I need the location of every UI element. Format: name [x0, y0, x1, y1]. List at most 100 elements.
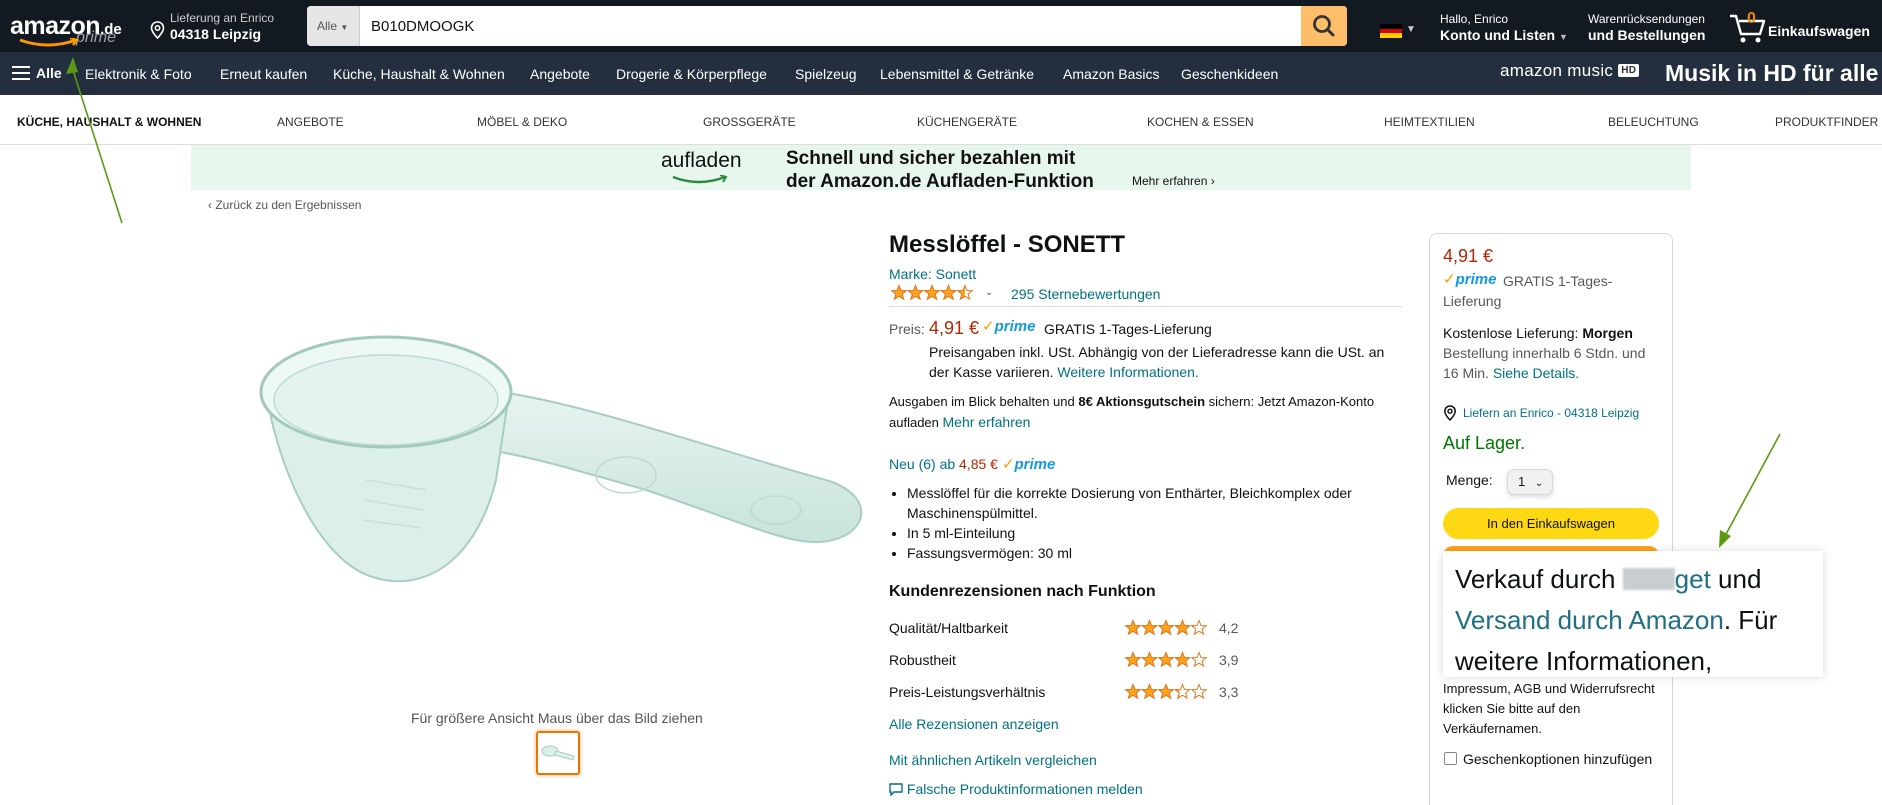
feature-value: 3,3: [1219, 684, 1239, 700]
prime-check-icon: ✓: [1001, 456, 1015, 473]
star-icon: [1157, 683, 1175, 700]
report-link[interactable]: Falsche Produktinformationen melden: [889, 781, 1143, 797]
cart-label: Einkaufswagen: [1768, 23, 1870, 39]
search-icon: [1313, 15, 1335, 37]
search-input[interactable]: [367, 6, 1277, 46]
cart-button[interactable]: 0 Einkaufswagen: [1728, 8, 1878, 46]
location-text: Liefern an Enrico - 04318 Leipzig: [1463, 406, 1640, 420]
report-label: Falsche Produktinformationen melden: [906, 781, 1143, 797]
category-subnav: Küche, Haushalt & Wohnen Angebote Möbel …: [0, 95, 1882, 145]
chevron-down-icon: ▼: [340, 23, 349, 32]
search-button[interactable]: [1301, 6, 1347, 46]
all-reviews-link[interactable]: Alle Rezensionen anzeigen: [889, 716, 1059, 732]
buybox-location-link[interactable]: Liefern an Enrico - 04318 Leipzig: [1443, 405, 1640, 421]
brand-link[interactable]: Marke: Sonett: [889, 266, 976, 282]
buy-box: 4,91 € ✓prime GRATIS 1-Tages-Lieferung K…: [1429, 233, 1673, 805]
nav-item-amazon-basics[interactable]: Amazon Basics: [1063, 66, 1159, 82]
star-icon: [923, 284, 941, 301]
add-to-cart-button[interactable]: In den Einkaufswagen: [1443, 508, 1659, 539]
quantity-value: 1: [1518, 474, 1526, 489]
gift-option[interactable]: Geschenkoptionen hinzufügen: [1443, 749, 1663, 769]
amazon-logo[interactable]: amazon.de prime: [10, 12, 130, 48]
prime-badge: ✓prime: [1002, 456, 1055, 473]
rating-count-link[interactable]: 295 Sternebewertungen: [1011, 286, 1160, 302]
product-details: Messlöffel - SONETT Marke: Sonett ⌄ 295 …: [889, 230, 1404, 797]
delivery-day: Morgen: [1582, 325, 1633, 341]
aufladen-banner[interactable]: aufladen Schnell und sicher bezahlen mit…: [191, 145, 1691, 193]
reviews-heading: Kundenrezensionen nach Funktion: [889, 583, 1156, 600]
nav-item-spielzeug[interactable]: Spielzeug: [795, 66, 857, 82]
redacted-seller: [1622, 568, 1675, 590]
zoom-line2-post: . Für: [1723, 605, 1778, 635]
star-icon: [939, 284, 958, 301]
top-nav: amazon.de prime Lieferung an Enrico 0431…: [0, 0, 1882, 52]
subnav-item-produktfinder[interactable]: Produktfinder: [1775, 115, 1878, 129]
quantity-select[interactable]: 1 ⌄: [1507, 469, 1553, 495]
music-promo[interactable]: Musik in HD für alle: [1665, 60, 1878, 87]
subnav-item-moebel[interactable]: Möbel & Deko: [477, 115, 567, 129]
star-icon: [956, 284, 974, 301]
prime-check-icon: ✓: [982, 318, 995, 335]
banner-brand: aufladen: [661, 149, 742, 172]
divider: [889, 306, 1402, 307]
chevron-down-icon: ▼: [1406, 24, 1416, 35]
promo-link[interactable]: Mehr erfahren: [943, 414, 1031, 430]
chat-bubble-icon: [889, 783, 903, 797]
subnav-item-heimtextilien[interactable]: Heimtextilien: [1384, 115, 1475, 129]
star-icon: [1157, 651, 1175, 668]
chevron-down-icon: ⌄: [1534, 478, 1544, 489]
star-icon: [1173, 651, 1192, 668]
seller-legal-text: Impressum, AGB und Widerrufsrecht klicke…: [1443, 681, 1655, 736]
zoom-seller-link[interactable]: get: [1675, 564, 1711, 594]
subnav-item-angebote[interactable]: Angebote: [277, 115, 344, 129]
all-menu-button[interactable]: Alle: [12, 65, 62, 81]
star-icon: [1125, 683, 1142, 700]
thumbnail[interactable]: [536, 731, 580, 775]
account-label: Konto und Listen: [1440, 27, 1556, 43]
thumbnail-image: [541, 745, 575, 761]
subnav-item-kueche[interactable]: Küche, Haushalt & Wohnen: [17, 115, 201, 129]
compare-link[interactable]: Mit ähnlichen Artikeln vergleichen: [889, 752, 1097, 768]
nav-item-drogerie[interactable]: Drogerie & Körperpflege: [616, 66, 767, 82]
nav-item-angebote[interactable]: Angebote: [530, 66, 590, 82]
subnav-item-kochen[interactable]: Kochen & Essen: [1147, 115, 1254, 129]
star-icon: [1190, 683, 1208, 700]
delivery-details-link[interactable]: Siehe Details.: [1493, 365, 1579, 381]
account-menu[interactable]: Hallo, Enrico Konto und Listen ▼: [1440, 11, 1568, 45]
banner-more-link[interactable]: Mehr erfahren ›: [1132, 174, 1215, 188]
star-icon: [1125, 619, 1142, 636]
quantity-label: Menge:: [1446, 472, 1493, 488]
delivery-location[interactable]: Lieferung an Enrico 04318 Leipzig: [150, 10, 274, 42]
star-icon: [1190, 619, 1208, 636]
feature-name: Robustheit: [889, 652, 956, 668]
back-to-results-link[interactable]: ‹ Zurück zu den Ergebnissen: [208, 198, 361, 212]
nav-item-erneut-kaufen[interactable]: Erneut kaufen: [220, 66, 307, 82]
product-image[interactable]: [246, 330, 866, 610]
zoom-fulfilled-link[interactable]: Versand durch Amazon: [1455, 605, 1724, 635]
subnav-item-grossgeraete[interactable]: Großgeräte: [703, 115, 796, 129]
nav-item-elektronik[interactable]: Elektronik & Foto: [85, 66, 192, 82]
price: 4,91 €: [929, 318, 980, 338]
product-title: Messlöffel - SONETT: [889, 231, 1126, 258]
banner-text: Schnell und sicher bezahlen mit der Amaz…: [786, 147, 1094, 193]
feature-name: Preis-Leistungsverhältnis: [889, 684, 1046, 700]
nav-item-geschenkideen[interactable]: Geschenkideen: [1181, 66, 1278, 82]
buybox-delivery: Kostenlose Lieferung: Morgen Bestellung i…: [1443, 323, 1663, 383]
product-rating[interactable]: ⌄: [891, 284, 993, 301]
subnav-item-kuechengeraete[interactable]: Küchengeräte: [917, 115, 1017, 129]
nav-item-lebensmittel[interactable]: Lebensmittel & Getränke: [880, 66, 1034, 82]
zoom-line3: weitere Informationen,: [1455, 646, 1713, 676]
orders-link[interactable]: Warenrücksendungen und Bestellungen: [1588, 11, 1705, 43]
search-category-select[interactable]: Alle ▼: [307, 6, 360, 46]
gift-checkbox[interactable]: [1444, 752, 1457, 765]
tax-info-link[interactable]: Weitere Informationen.: [1057, 364, 1198, 380]
new-offers-link[interactable]: Neu (6) ab 4,85 € ✓prime: [889, 455, 1055, 473]
price-label: Preis:: [889, 321, 925, 337]
star-icon: [891, 284, 908, 301]
language-flag-icon[interactable]: [1380, 24, 1402, 38]
subnav-item-beleuchtung[interactable]: Beleuchtung: [1608, 115, 1699, 129]
amazon-music-logo[interactable]: amazon music HD: [1500, 61, 1640, 81]
prime-badge: ✓prime: [982, 317, 1035, 335]
feature-bullets: Messlöffel für die korrekte Dosierung vo…: [907, 483, 1387, 563]
nav-item-kueche[interactable]: Küche, Haushalt & Wohnen: [333, 66, 505, 82]
